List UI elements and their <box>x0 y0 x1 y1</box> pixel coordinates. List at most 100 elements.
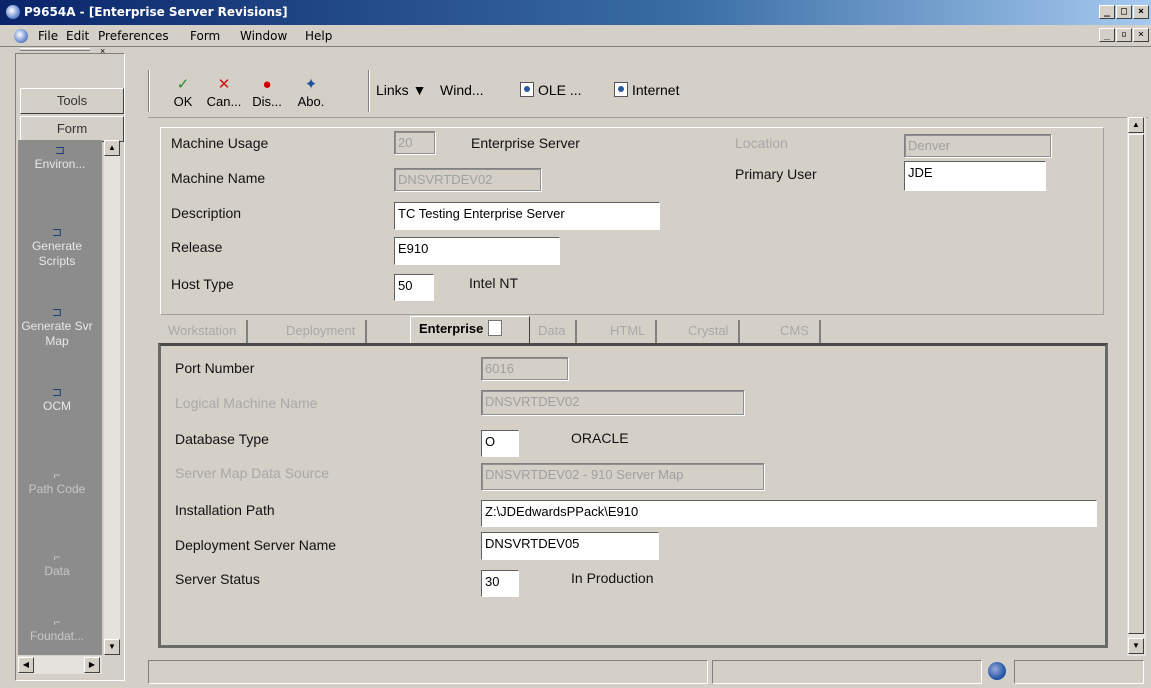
display-button[interactable]: ● Dis... <box>245 76 289 109</box>
window-title: P9654A - [Enterprise Server Revisions] <box>24 5 288 19</box>
document-icon <box>14 29 28 43</box>
machine-usage-label: Machine Usage <box>171 135 269 151</box>
installation-path-input[interactable]: Z:\JDEdwardsPPack\E910 <box>481 500 1097 527</box>
main-scrollbar[interactable]: ▲ ▼ <box>1127 117 1146 656</box>
primary-user-label: Primary User <box>735 166 817 182</box>
minimize-icon[interactable]: _ <box>1099 5 1115 19</box>
about-button[interactable]: ✦ Abo. <box>291 76 331 109</box>
exit-environments[interactable]: ⊐ Environ... <box>18 143 102 172</box>
page-icon <box>488 320 503 336</box>
ok-button[interactable]: ✓ OK <box>163 76 203 109</box>
scroll-left-icon[interactable]: ◀ <box>18 657 34 673</box>
scroll-right-icon[interactable]: ▶ <box>84 657 100 673</box>
tab-strip: Workstation Deployment Enterprise Data H… <box>160 316 1104 344</box>
enterprise-tab-panel: Port Number 6016 Logical Machine Name DN… <box>158 343 1108 648</box>
description-label: Description <box>171 205 242 221</box>
server-status-desc: In Production <box>571 570 654 586</box>
server-status-input[interactable]: 30 <box>481 570 519 597</box>
database-type-input[interactable]: O <box>481 430 519 457</box>
mdi-close-icon[interactable]: × <box>1133 28 1149 42</box>
mdi-minimize-icon[interactable]: _ <box>1099 28 1115 42</box>
internet-icon <box>614 82 628 97</box>
menu-form[interactable]: Form <box>190 29 220 43</box>
maximize-icon[interactable]: □ <box>1116 5 1132 19</box>
primary-user-input[interactable]: JDE <box>904 161 1046 191</box>
title-bar: P9654A - [Enterprise Server Revisions] _… <box>0 0 1151 25</box>
exit-icon: ⊐ <box>51 225 63 239</box>
logical-machine-field: DNSVRTDEV02 <box>481 390 745 416</box>
help-icon: ✦ <box>304 76 318 93</box>
installation-path-label: Installation Path <box>175 502 275 518</box>
status-pane-info <box>712 660 982 684</box>
tab-crystal[interactable]: Crystal <box>680 320 741 343</box>
scroll-down-icon[interactable]: ▼ <box>104 639 120 655</box>
cancel-button[interactable]: ✕ Can... <box>203 76 245 109</box>
exit-path-code[interactable]: ⌐ Path Code <box>18 468 96 497</box>
description-input[interactable]: TC Testing Enterprise Server <box>394 202 660 230</box>
server-map-field: DNSVRTDEV02 - 910 Server Map <box>481 463 765 491</box>
links-menu[interactable]: Links ▼ <box>376 82 426 98</box>
exit-hscrollbar[interactable]: ◀ ▶ <box>18 656 102 674</box>
exit-ocm[interactable]: ⊐ OCM <box>18 385 96 414</box>
ole-icon <box>520 82 534 97</box>
mdi-restore-icon[interactable]: ▫ <box>1116 28 1132 42</box>
exit-generate-svr-map[interactable]: ⊐ Generate Svr Map <box>18 305 96 349</box>
menu-window[interactable]: Window <box>240 29 287 43</box>
app-icon <box>6 5 20 19</box>
machine-usage-desc: Enterprise Server <box>471 135 580 151</box>
tab-workstation[interactable]: Workstation <box>160 320 249 343</box>
location-label: Location <box>735 135 788 151</box>
machine-usage-field: 20 <box>394 131 436 155</box>
dropdown-arrow-icon: ▼ <box>412 82 427 98</box>
exit-data[interactable]: ⌐ Data <box>18 550 96 579</box>
host-type-label: Host Type <box>171 276 234 292</box>
close-icon[interactable]: × <box>1133 5 1149 19</box>
deployment-server-label: Deployment Server Name <box>175 537 337 553</box>
pane-grip[interactable] <box>20 48 90 51</box>
tab-enterprise[interactable]: Enterprise <box>410 316 530 344</box>
machine-name-field: DNSVRTDEV02 <box>394 168 542 192</box>
database-type-label: Database Type <box>175 431 269 447</box>
tools-button[interactable]: Tools <box>20 88 124 114</box>
host-type-input[interactable]: 50 <box>394 274 434 301</box>
toolbar: ✓ OK ✕ Can... ● Dis... ✦ Abo. Links ▼ Wind..… <box>148 62 1148 118</box>
exit-icon: ⊐ <box>54 143 66 157</box>
internet-button[interactable]: Internet <box>614 82 679 98</box>
menu-help[interactable]: Help <box>305 29 332 43</box>
window-menu[interactable]: Wind... <box>440 82 484 98</box>
tab-html[interactable]: HTML <box>602 320 658 343</box>
location-field: Denver <box>904 134 1052 158</box>
header-section: Machine Usage 20 Enterprise Server Locat… <box>160 127 1104 315</box>
exit-scrollbar[interactable]: ▲ ▼ <box>104 140 120 655</box>
exit-foundation[interactable]: ⌐ Foundat... <box>18 615 96 644</box>
exit-icon: ⌐ <box>53 468 61 482</box>
main-scroll-down-icon[interactable]: ▼ <box>1128 638 1144 654</box>
exit-icon: ⌐ <box>53 550 61 564</box>
port-number-label: Port Number <box>175 360 255 376</box>
host-type-desc: Intel NT <box>469 275 519 291</box>
logical-machine-label: Logical Machine Name <box>175 395 318 411</box>
ole-button[interactable]: OLE ... <box>520 82 582 98</box>
release-input[interactable]: E910 <box>394 237 560 265</box>
menu-preferences[interactable]: Preferences <box>98 29 169 43</box>
exit-icon: ⌐ <box>53 615 61 629</box>
status-pane-message <box>148 660 708 684</box>
machine-name-label: Machine Name <box>171 170 266 186</box>
menu-bar: File Edit Preferences Form Window Help _… <box>0 25 1151 47</box>
form-button[interactable]: Form <box>20 116 124 142</box>
scroll-up-icon[interactable]: ▲ <box>104 140 120 156</box>
menu-edit[interactable]: Edit <box>66 29 89 43</box>
menu-file[interactable]: File <box>38 29 58 43</box>
exit-icon: ⊐ <box>51 305 63 319</box>
port-number-field: 6016 <box>481 357 569 381</box>
tab-deployment[interactable]: Deployment <box>278 320 368 343</box>
main-scroll-thumb[interactable] <box>1128 134 1144 634</box>
form-exits-list: ⊐ Environ... ⊐ Generate Scripts ⊐ Generate … <box>18 140 120 655</box>
main-scroll-up-icon[interactable]: ▲ <box>1128 117 1144 133</box>
status-pane-extra <box>1014 660 1144 684</box>
tab-cms[interactable]: CMS <box>772 320 821 343</box>
check-icon: ✓ <box>176 76 190 93</box>
exit-generate-scripts[interactable]: ⊐ Generate Scripts <box>18 225 96 269</box>
deployment-server-input[interactable]: DNSVRTDEV05 <box>481 532 659 560</box>
tab-data[interactable]: Data <box>530 320 578 343</box>
